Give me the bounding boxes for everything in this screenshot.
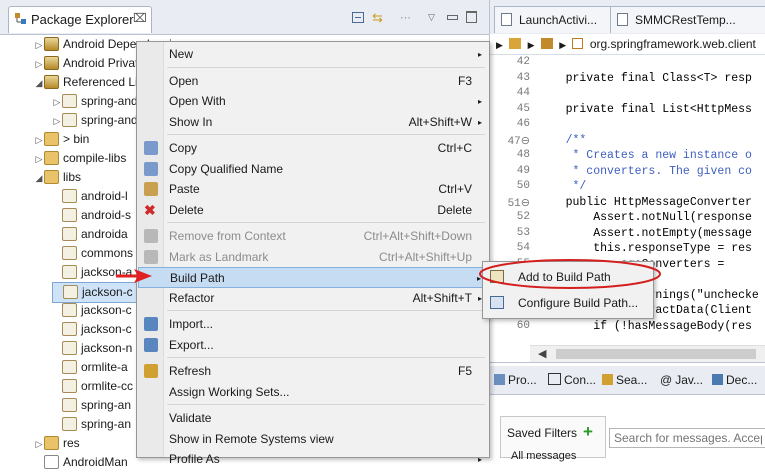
file-icon — [44, 455, 59, 469]
annotation-circle — [479, 259, 661, 289]
annotation-overlay — [116, 259, 661, 289]
tree-item-label: AndroidMan — [63, 455, 128, 469]
